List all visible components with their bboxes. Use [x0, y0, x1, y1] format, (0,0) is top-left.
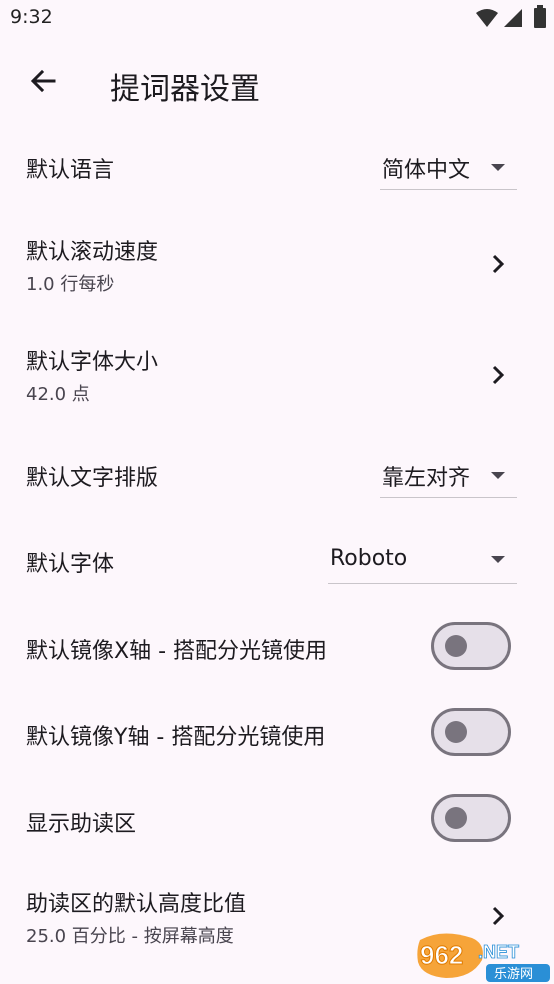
svg-text:.NET: .NET [478, 942, 519, 962]
setting-row-scroll-speed[interactable]: 默认滚动速度 1.0 行每秒 [0, 218, 554, 314]
svg-text:962: 962 [420, 940, 463, 970]
scroll-speed-label: 默认滚动速度 [26, 240, 159, 265]
mirror-x-switch[interactable] [431, 622, 511, 670]
signal-icon [504, 9, 522, 27]
scroll-speed-value: 1.0 行每秒 [26, 274, 115, 295]
setting-row-mirror-y: 默认镜像Y轴 - 搭配分光镜使用 [0, 702, 554, 766]
setting-row-mirror-x: 默认镜像X轴 - 搭配分光镜使用 [0, 616, 554, 680]
text-align-dropdown[interactable]: 靠左对齐 [380, 446, 517, 498]
language-value: 简体中文 [382, 158, 471, 183]
settings-screen: 9:32 提词器设置 默认语言 简体中文 默认滚动速度 1.0 行每秒 默认字体… [0, 0, 554, 984]
wifi-icon [476, 9, 498, 27]
switch-thumb [445, 807, 467, 829]
text-align-value: 靠左对齐 [382, 466, 471, 491]
reading-zone-height-value: 25.0 百分比 - 按屏幕高度 [26, 926, 234, 947]
language-dropdown[interactable]: 简体中文 [380, 138, 517, 190]
setting-row-reading-zone: 显示助读区 [0, 788, 554, 852]
svg-text:乐游网: 乐游网 [494, 967, 533, 982]
status-bar: 9:32 [0, 0, 554, 38]
setting-row-language: 默认语言 简体中文 [0, 134, 554, 206]
app-bar: 提词器设置 [0, 44, 554, 120]
reading-zone-height-label: 助读区的默认高度比值 [26, 892, 247, 917]
dropdown-arrow-icon [491, 472, 505, 479]
page-title: 提词器设置 [110, 72, 260, 107]
mirror-y-label: 默认镜像Y轴 - 搭配分光镜使用 [26, 725, 326, 750]
dropdown-arrow-icon [491, 556, 505, 563]
mirror-y-switch[interactable] [431, 708, 511, 756]
language-label: 默认语言 [26, 158, 115, 183]
font-dropdown[interactable]: Roboto [328, 530, 517, 584]
chevron-right-icon [492, 906, 505, 926]
switch-thumb [445, 635, 467, 657]
watermark-logo: 962 .NET 乐游网 [417, 933, 550, 982]
chevron-right-icon [492, 254, 505, 274]
reading-zone-switch[interactable] [431, 794, 511, 842]
font-size-label: 默认字体大小 [26, 350, 159, 375]
setting-row-font-size[interactable]: 默认字体大小 42.0 点 [0, 328, 554, 424]
switch-thumb [445, 721, 467, 743]
mirror-x-label: 默认镜像X轴 - 搭配分光镜使用 [26, 639, 327, 664]
status-time: 9:32 [10, 6, 53, 28]
battery-icon [534, 5, 546, 28]
back-button[interactable] [18, 56, 68, 106]
chevron-right-icon [492, 365, 505, 385]
font-label: 默认字体 [26, 552, 115, 577]
reading-zone-label: 显示助读区 [26, 812, 137, 837]
font-value: Roboto [330, 546, 408, 571]
setting-row-text-align: 默认文字排版 靠左对齐 [0, 444, 554, 508]
back-arrow-icon [30, 69, 56, 93]
dropdown-arrow-icon [491, 164, 505, 171]
text-align-label: 默认文字排版 [26, 466, 159, 491]
font-size-value: 42.0 点 [26, 384, 90, 405]
setting-row-font: 默认字体 Roboto [0, 530, 554, 594]
